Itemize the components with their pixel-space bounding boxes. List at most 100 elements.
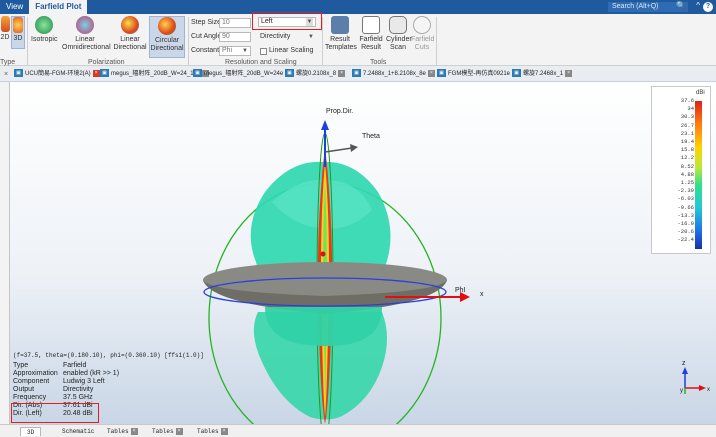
doc-tab[interactable]: ▣FGM模型-再仿真0921e× xyxy=(437,69,520,80)
result-info-header: (f=37.5, theta=(0.180.10), phi=(0.360.10… xyxy=(13,352,204,359)
tab-schematic[interactable]: Schematic xyxy=(62,427,94,436)
doc-tab-label: 螺旋7.2468x_1 xyxy=(523,71,564,77)
document-icon: ▣ xyxy=(14,69,23,78)
tab-3d[interactable]: 3D xyxy=(20,427,42,436)
doc-tab[interactable]: ▣ UCU簡易-FGM-环境2(A) × xyxy=(14,69,100,80)
bottom-tabs: 3D Schematic Tables × Tables × Tables × xyxy=(0,424,716,437)
close-icon[interactable]: × xyxy=(92,69,100,77)
doc-tab[interactable]: ▣ 螺旋0.2108x_8 × xyxy=(285,69,346,80)
info-row: Approximation enabled (kR >> 1) xyxy=(13,370,204,378)
tab-farfield-plot[interactable]: Farfield Plot xyxy=(29,0,88,14)
directional-pattern-icon xyxy=(121,16,139,34)
document-tabs: × ▣ UCU簡易-FGM-环境2(A) × ▣ megus_辐射阵_20dB_W=2… xyxy=(0,66,716,82)
result-templates-button[interactable]: Result Templates xyxy=(325,16,357,52)
info-key: Approximation xyxy=(13,370,58,377)
step-size-input[interactable]: 10 xyxy=(219,18,251,28)
close-icon[interactable]: × xyxy=(175,427,183,435)
chart-icon xyxy=(362,16,380,34)
cuts-icon xyxy=(413,16,431,34)
tab-tables-label: Tables xyxy=(197,428,219,435)
cylinder-icon xyxy=(389,16,407,34)
document-icon: ▣ xyxy=(437,69,446,78)
polarization-group-label: Polarization xyxy=(88,59,125,66)
legend-tick-label: -16.9 xyxy=(677,220,694,228)
legend-tick-label: -20.6 xyxy=(677,228,694,236)
cylinder-scan-button[interactable]: Cylinder Scan xyxy=(386,16,412,52)
legend-tick-label: -2.39 xyxy=(677,187,694,195)
collapse-ribbon-icon[interactable]: ^ xyxy=(696,1,700,10)
close-pane-icon[interactable]: × xyxy=(4,69,8,80)
quantity-value: Directivity xyxy=(260,33,291,40)
highlight-box xyxy=(252,12,322,30)
info-row: Type Farfield xyxy=(13,362,204,370)
legend-tick-label: -9.66 xyxy=(677,203,694,211)
doc-tab[interactable]: ▣ 螺旋7.2468x_1 × xyxy=(512,69,573,80)
plot-3d-icon xyxy=(13,17,23,33)
legend-tick-label: 8.52 xyxy=(680,162,694,170)
doc-tab[interactable]: ▣ 7.2488x_1+8.2108x_8e × xyxy=(352,69,435,80)
triad-x-label: x xyxy=(707,387,710,393)
ribbon-separator xyxy=(436,17,437,65)
legend-tick-label: -13.3 xyxy=(677,211,694,219)
tab-tables[interactable]: Tables × xyxy=(152,427,183,436)
chevron-down-icon: ▼ xyxy=(308,34,314,40)
close-icon[interactable]: × xyxy=(220,427,228,435)
legend-colorbar xyxy=(695,101,702,249)
help-icon[interactable]: ? xyxy=(703,2,713,12)
legend-tick-label: 4.88 xyxy=(680,170,694,178)
tab-tables[interactable]: Tables × xyxy=(197,427,228,436)
circular-pattern-icon xyxy=(158,17,176,35)
constant-value: Phi xyxy=(222,47,233,54)
plot-3d-button[interactable]: 3D xyxy=(11,16,25,49)
constant-select[interactable]: Phi ▼ xyxy=(219,46,251,56)
isotropic-button[interactable]: Isotropic xyxy=(31,16,57,44)
doc-tab-label: 螺旋0.2108x_8 xyxy=(296,71,337,77)
resolution-group-label: Resolution and Scaling xyxy=(225,59,297,66)
info-value: Farfield xyxy=(63,362,87,369)
info-key: Component xyxy=(13,378,50,385)
farfield-result-button[interactable]: Farfield Result xyxy=(358,16,384,52)
linear-omni-button[interactable]: Linear Omnidirectional xyxy=(62,16,111,52)
linear-directional-label: Linear Directional xyxy=(113,36,147,51)
ribbon-separator xyxy=(322,17,323,65)
legend-tick-labels: 37.6 34 30.3 26.7 23.1 19.4 15.8 12.2 8.52 4.88 1.… xyxy=(652,97,694,245)
farfield-cuts-button[interactable]: Farfield Cuts xyxy=(411,16,434,52)
linear-omni-label: Linear Omnidirectional xyxy=(62,36,111,51)
doc-tab[interactable]: ▣megus_辐射阵_20dB_W=24e× xyxy=(193,69,293,80)
quantity-select[interactable]: Directivity ▼ xyxy=(260,32,316,42)
tools-group-label: Tools xyxy=(370,59,387,66)
close-icon[interactable]: × xyxy=(130,427,138,435)
info-value: Directivity xyxy=(63,386,94,393)
tab-view[interactable]: View xyxy=(0,0,29,14)
info-value: 37.5 GHz xyxy=(63,394,93,401)
close-icon[interactable]: × xyxy=(565,69,573,77)
legend-tick-label: -6.03 xyxy=(677,195,694,203)
legend-tick-label: 19.4 xyxy=(680,138,694,146)
close-icon[interactable]: × xyxy=(338,69,346,77)
cut-angle-input[interactable]: 90 xyxy=(219,32,251,42)
plot-2d-icon xyxy=(0,16,10,32)
legend-tick-label: 26.7 xyxy=(680,121,694,129)
farfield-result-label: Farfield Result xyxy=(359,36,383,51)
document-icon: ▣ xyxy=(352,69,361,78)
linear-scaling-checkbox[interactable] xyxy=(260,48,267,55)
result-templates-label: Result Templates xyxy=(325,36,357,51)
app-window: View Farfield Plot Search (Alt+Q) 🔍 ^ ? … xyxy=(0,0,716,437)
linear-directional-button[interactable]: Linear Directional xyxy=(113,16,147,52)
legend-tick-label: 12.2 xyxy=(680,154,694,162)
document-icon: ▣ xyxy=(512,69,521,78)
tab-tables[interactable]: Tables × xyxy=(107,427,138,436)
close-icon[interactable]: × xyxy=(427,69,435,77)
plot-2d-button[interactable]: 2D xyxy=(0,16,10,42)
legend-tick-label: -22.4 xyxy=(677,236,694,244)
search-icon[interactable]: 🔍 xyxy=(676,1,686,10)
circular-directional-button[interactable]: Circular Directional xyxy=(149,16,185,58)
legend-tick-label: 34 xyxy=(687,105,694,113)
ribbon-separator xyxy=(27,17,28,65)
doc-tab-label: UCU簡易-FGM-环境2(A) xyxy=(25,71,91,77)
x-axis-label: x xyxy=(480,291,484,298)
info-key: Output xyxy=(13,386,35,393)
info-row: Component Ludwig 3 Left xyxy=(13,378,204,386)
linear-scaling-label: Linear Scaling xyxy=(269,47,314,54)
highlight-box xyxy=(11,403,99,423)
